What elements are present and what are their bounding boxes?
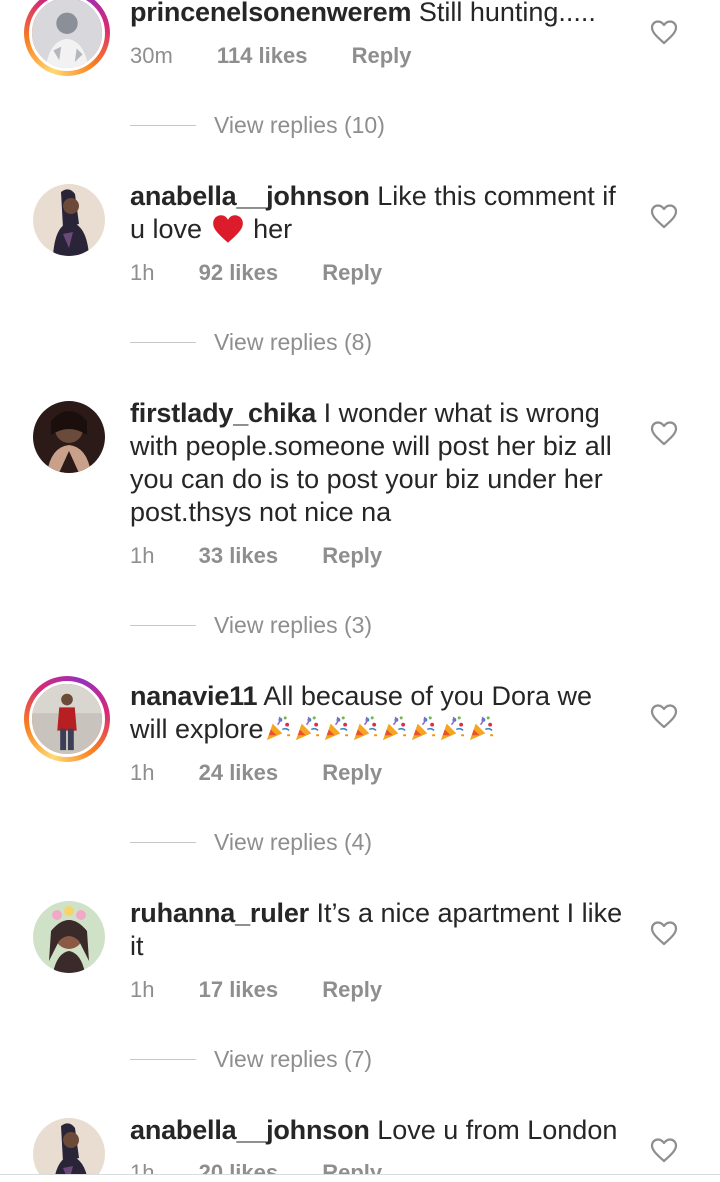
heart-outline-icon[interactable] [650, 920, 678, 946]
view-replies-button[interactable]: View replies (10) [130, 110, 385, 140]
divider-line [130, 124, 196, 126]
avatar[interactable] [29, 0, 105, 71]
comment-time: 1h [130, 543, 155, 568]
comment-username[interactable]: anabella__johnson [130, 181, 370, 211]
avatar[interactable] [29, 681, 105, 757]
comment-body-end: her [253, 214, 293, 244]
view-replies-button[interactable]: View replies (7) [130, 1044, 372, 1074]
comments-list: princenelsonenwerem Still hunting..... 3… [0, 0, 720, 1181]
avatar-wrapper[interactable] [33, 1118, 105, 1181]
avatar[interactable] [33, 901, 105, 973]
comment-time: 1h [130, 977, 155, 1002]
view-replies-button[interactable]: View replies (3) [130, 610, 372, 640]
avatar[interactable] [33, 184, 105, 256]
comment-likes[interactable]: 17 likes [199, 977, 279, 1003]
heart-outline-icon[interactable] [650, 19, 678, 45]
view-replies-button[interactable]: View replies (4) [130, 827, 372, 857]
reply-button[interactable]: Reply [322, 977, 382, 1003]
divider-line [130, 841, 196, 843]
comment-meta: 30m 114 likes Reply [130, 43, 450, 69]
avatar-wrapper[interactable] [33, 184, 105, 256]
comment-likes[interactable]: 92 likes [199, 260, 279, 286]
comment-username[interactable]: nanavie11 [130, 681, 257, 711]
party-popper-emojis [264, 714, 496, 744]
comment-username[interactable]: ruhanna_ruler [130, 898, 309, 928]
party-popper-emoji-icon [440, 716, 464, 741]
party-popper-emoji-icon [295, 716, 319, 741]
comment-text: firstlady_chika I wonder what is wrong w… [130, 397, 630, 529]
divider-line [130, 1058, 196, 1060]
comment-body: Love u from London [377, 1115, 618, 1145]
avatar[interactable] [33, 1118, 105, 1181]
party-popper-emoji-icon [411, 716, 435, 741]
party-popper-emoji-icon [266, 716, 290, 741]
heart-outline-icon[interactable] [650, 703, 678, 729]
comment-time: 1h [130, 760, 155, 785]
comment-likes[interactable]: 24 likes [199, 760, 279, 786]
heart-outline-icon[interactable] [650, 203, 678, 229]
party-popper-emoji-icon [382, 716, 406, 741]
comment-username[interactable]: firstlady_chika [130, 398, 316, 428]
comment-meta: 1h 17 likes Reply [130, 977, 420, 1003]
comment-time: 30m [130, 43, 173, 68]
comment-text: ruhanna_ruler It’s a nice apartment I li… [130, 897, 630, 963]
view-replies-label: View replies (3) [214, 611, 373, 638]
comment-text: anabella__johnson Like this comment if u… [130, 180, 630, 246]
avatar-wrapper[interactable] [33, 901, 105, 973]
comment-likes[interactable]: 33 likes [199, 543, 279, 569]
comment-meta: 1h 33 likes Reply [130, 543, 420, 569]
view-replies-label: View replies (7) [214, 1045, 373, 1072]
comment-text: nanavie11 All because of you Dora we wil… [130, 680, 630, 746]
party-popper-emoji-icon [353, 716, 377, 741]
comment-time: 1h [130, 260, 155, 285]
avatar[interactable] [33, 401, 105, 473]
comment-body: Still hunting..... [418, 0, 596, 27]
comment-text: anabella__johnson Love u from London [130, 1114, 630, 1147]
story-ring[interactable] [24, 676, 110, 762]
comment-likes[interactable]: 114 likes [217, 43, 308, 69]
comment-meta: 1h 24 likes Reply [130, 760, 420, 786]
reply-button[interactable]: Reply [322, 760, 382, 786]
reply-button[interactable]: Reply [352, 43, 412, 69]
comment-meta: 1h 92 likes Reply [130, 260, 420, 286]
party-popper-emoji-icon [324, 716, 348, 741]
comment-username[interactable]: anabella__johnson [130, 1115, 370, 1145]
divider-line [130, 341, 196, 343]
party-popper-emoji-icon [469, 716, 493, 741]
comment-text: princenelsonenwerem Still hunting..... [130, 0, 630, 29]
reply-button[interactable]: Reply [322, 543, 382, 569]
view-replies-label: View replies (8) [214, 328, 373, 355]
story-ring[interactable] [24, 0, 110, 76]
comment-username[interactable]: princenelsonenwerem [130, 0, 411, 27]
reply-button[interactable]: Reply [322, 260, 382, 286]
avatar-wrapper[interactable] [33, 401, 105, 473]
view-replies-button[interactable]: View replies (8) [130, 327, 372, 357]
view-replies-label: View replies (10) [214, 111, 385, 138]
red-heart-emoji-icon [212, 215, 243, 243]
heart-outline-icon[interactable] [650, 1137, 678, 1163]
heart-outline-icon[interactable] [650, 420, 678, 446]
divider-line [130, 624, 196, 626]
view-replies-label: View replies (4) [214, 828, 373, 855]
